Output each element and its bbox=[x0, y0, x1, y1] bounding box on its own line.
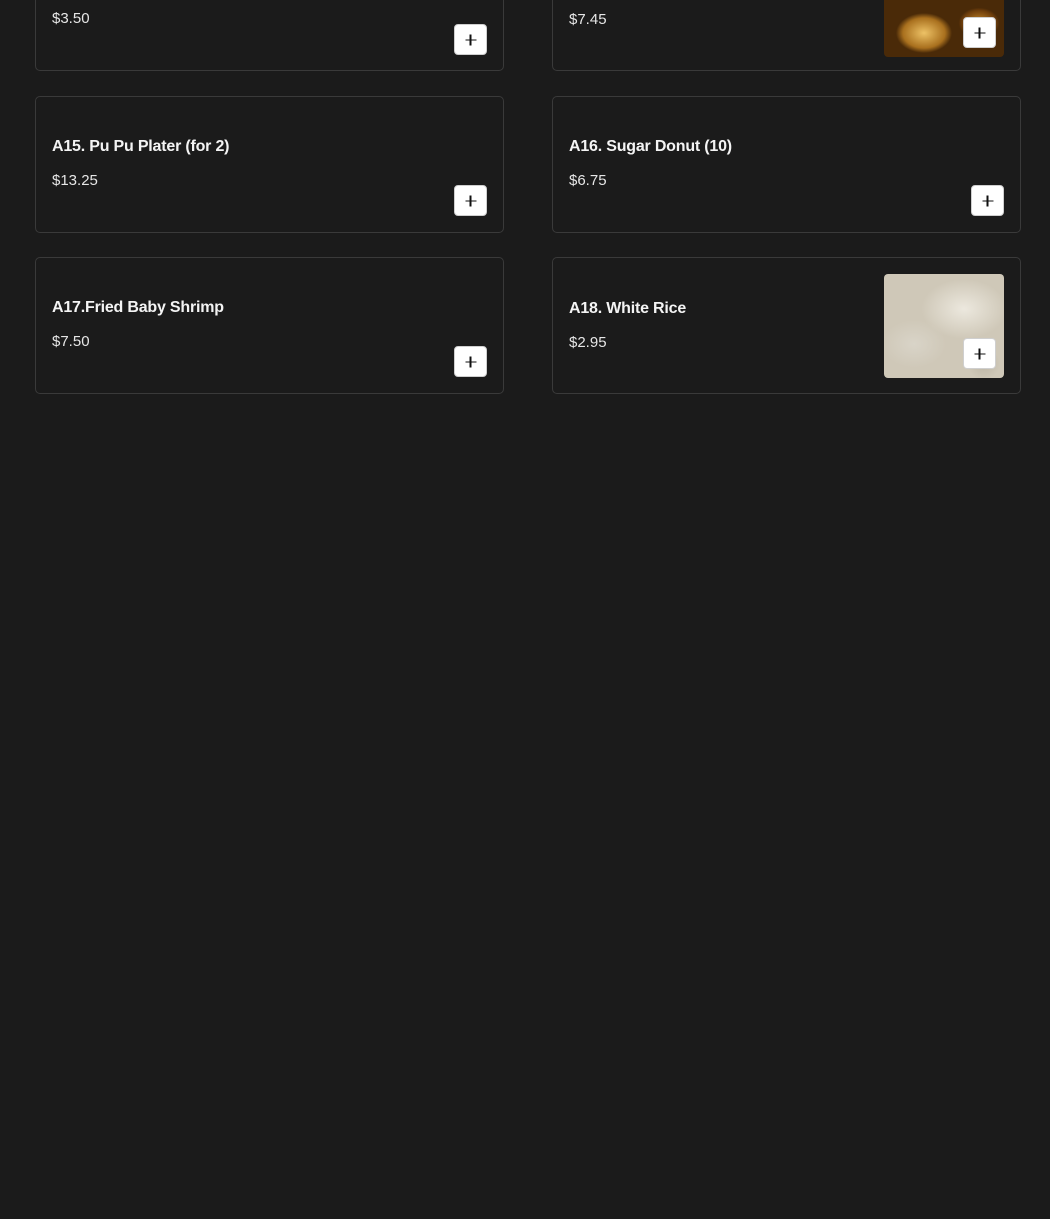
item-price: $2.95 bbox=[569, 334, 607, 351]
plus-icon bbox=[974, 27, 985, 38]
plus-icon bbox=[974, 348, 985, 359]
item-price: $6.75 bbox=[569, 172, 607, 189]
add-to-cart-button[interactable] bbox=[971, 185, 1004, 216]
menu-item-card[interactable]: A18. White Rice $2.95 bbox=[552, 257, 1021, 394]
item-name: A16. Sugar Donut (10) bbox=[569, 138, 732, 155]
add-to-cart-button[interactable] bbox=[454, 346, 487, 377]
menu-item-card[interactable]: A17.Fried Baby Shrimp $7.50 bbox=[35, 257, 504, 394]
menu-item-card[interactable]: A15. Pu Pu Plater (for 2) $13.25 bbox=[35, 96, 504, 233]
item-name: A17.Fried Baby Shrimp bbox=[52, 299, 224, 316]
menu-item-card[interactable]: A16. Sugar Donut (10) $6.75 bbox=[552, 96, 1021, 233]
item-price: $7.50 bbox=[52, 333, 90, 350]
item-price: $13.25 bbox=[52, 172, 98, 189]
add-to-cart-button[interactable] bbox=[454, 185, 487, 216]
item-name: A18. White Rice bbox=[569, 300, 687, 317]
item-name: A15. Pu Pu Plater (for 2) bbox=[52, 138, 230, 155]
item-price: $3.50 bbox=[52, 10, 90, 27]
plus-icon bbox=[982, 195, 993, 206]
plus-icon bbox=[465, 34, 476, 45]
plus-icon bbox=[465, 195, 476, 206]
menu-item-card[interactable]: $3.50 bbox=[35, 0, 504, 71]
plus-icon bbox=[465, 356, 476, 367]
add-to-cart-button[interactable] bbox=[963, 338, 996, 369]
item-price: $7.45 bbox=[569, 11, 607, 28]
menu-item-card[interactable]: $7.45 bbox=[552, 0, 1021, 71]
add-to-cart-button[interactable] bbox=[963, 17, 996, 48]
add-to-cart-button[interactable] bbox=[454, 24, 487, 55]
